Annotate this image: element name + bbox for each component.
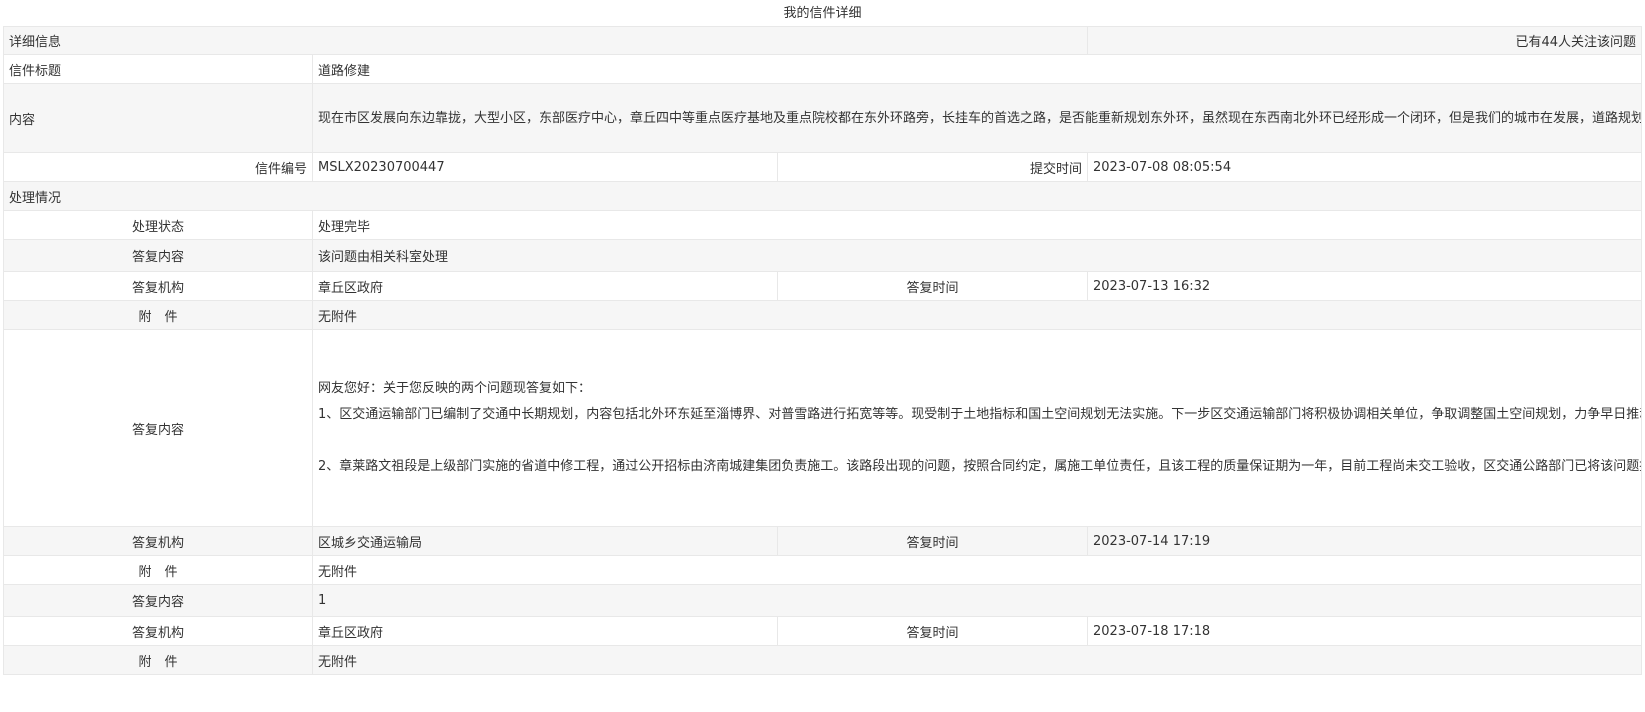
reply-paragraph-gap bbox=[318, 428, 1636, 454]
attachment-label: 附 件 bbox=[3, 555, 313, 585]
attachment-label: 附 件 bbox=[3, 300, 313, 330]
reply-paragraph-1: 1、区交通运输部门已编制了交通中长期规划，内容包括北外环东延至淄博界、对普雪路进… bbox=[318, 407, 1642, 422]
detail-section-label: 详细信息 bbox=[2, 26, 1089, 55]
title-value: 道路修建 bbox=[311, 54, 1643, 84]
title-row: 信件标题 道路修建 bbox=[3, 54, 1643, 84]
reply-org-label: 答复机构 bbox=[3, 616, 313, 646]
attachment-label: 附 件 bbox=[3, 645, 313, 675]
reply-time-label: 答复时间 bbox=[776, 616, 1089, 646]
detail-header-row: 详细信息 已有44人关注该问题 bbox=[2, 26, 1643, 55]
submit-time-value: 2023-07-08 08:05:54 bbox=[1087, 152, 1643, 182]
reply-time-value: 2023-07-18 17:18 bbox=[1087, 616, 1643, 646]
attachment-row: 附 件 无附件 bbox=[3, 555, 1643, 585]
reply-content-value: 网友您好：关于您反映的两个问题现答复如下： 1、区交通运输部门已编制了交通中长期… bbox=[311, 329, 1643, 527]
content-value: 现在市区发展向东边靠拢，大型小区，东部医疗中心，章丘四中等重点医疗基地及重点院校… bbox=[311, 83, 1643, 153]
number-row: 信件编号 MSLX20230700447 提交时间 2023-07-08 08:… bbox=[3, 152, 1643, 182]
reply-content-row: 答复内容 1 bbox=[3, 584, 1643, 617]
status-value: 处理完毕 bbox=[311, 210, 1643, 240]
letter-number-value: MSLX20230700447 bbox=[312, 152, 778, 182]
reply-paragraph-2: 2、章莱路文祖段是上级部门实施的省道中修工程，通过公开招标由济南城建集团负责施工… bbox=[318, 459, 1641, 474]
reply-org-label: 答复机构 bbox=[3, 526, 313, 556]
reply-content-row: 答复内容 网友您好：关于您反映的两个问题现答复如下： 1、区交通运输部门已编制了… bbox=[3, 329, 1643, 527]
attachment-row: 附 件 无附件 bbox=[3, 645, 1643, 675]
reply-org-value: 区城乡交通运输局 bbox=[312, 526, 778, 556]
reply-content-value: 该问题由相关科室处理 bbox=[311, 239, 1643, 272]
attachment-value: 无附件 bbox=[311, 645, 1643, 675]
processing-header-row: 处理情况 bbox=[2, 181, 1643, 211]
submit-time-label: 提交时间 bbox=[776, 152, 1089, 182]
reply-org-row: 答复机构 章丘区政府 答复时间 2023-07-13 16:32 bbox=[3, 271, 1643, 301]
reply-time-label: 答复时间 bbox=[776, 526, 1089, 556]
reply-org-label: 答复机构 bbox=[3, 271, 313, 301]
page-title: 我的信件详细 bbox=[783, 6, 862, 21]
title-label: 信件标题 bbox=[3, 54, 313, 84]
reply-content-label: 答复内容 bbox=[3, 584, 313, 617]
reply-org-row: 答复机构 章丘区政府 答复时间 2023-07-18 17:18 bbox=[3, 616, 1643, 646]
letter-detail-table: 详细信息 已有44人关注该问题 信件标题 道路修建 内容 现在市区发展向东边靠拢… bbox=[2, 26, 1643, 675]
reply-greeting: 网友您好：关于您反映的两个问题现答复如下： bbox=[318, 381, 592, 396]
reply-content-label: 答复内容 bbox=[3, 239, 313, 272]
reply-time-label: 答复时间 bbox=[776, 271, 1089, 301]
content-row: 内容 现在市区发展向东边靠拢，大型小区，东部医疗中心，章丘四中等重点医疗基地及重… bbox=[3, 83, 1643, 153]
reply-org-value: 章丘区政府 bbox=[312, 616, 778, 646]
reply-org-row: 答复机构 区城乡交通运输局 答复时间 2023-07-14 17:19 bbox=[3, 526, 1643, 556]
followers-count: 已有44人关注该问题 bbox=[1087, 26, 1643, 55]
reply-time-value: 2023-07-13 16:32 bbox=[1087, 271, 1643, 301]
reply-content-label: 答复内容 bbox=[3, 329, 313, 527]
reply-time-value: 2023-07-14 17:19 bbox=[1087, 526, 1643, 556]
processing-section-label: 处理情况 bbox=[2, 181, 1643, 211]
attachment-value: 无附件 bbox=[311, 300, 1643, 330]
status-row: 处理状态 处理完毕 bbox=[3, 210, 1643, 240]
letter-number-label: 信件编号 bbox=[3, 152, 313, 182]
attachment-row: 附 件 无附件 bbox=[3, 300, 1643, 330]
content-label: 内容 bbox=[3, 83, 313, 153]
reply-content-row: 答复内容 该问题由相关科室处理 bbox=[3, 239, 1643, 272]
status-label: 处理状态 bbox=[3, 210, 313, 240]
reply-org-value: 章丘区政府 bbox=[312, 271, 778, 301]
attachment-value: 无附件 bbox=[311, 555, 1643, 585]
reply-content-value: 1 bbox=[311, 584, 1643, 617]
